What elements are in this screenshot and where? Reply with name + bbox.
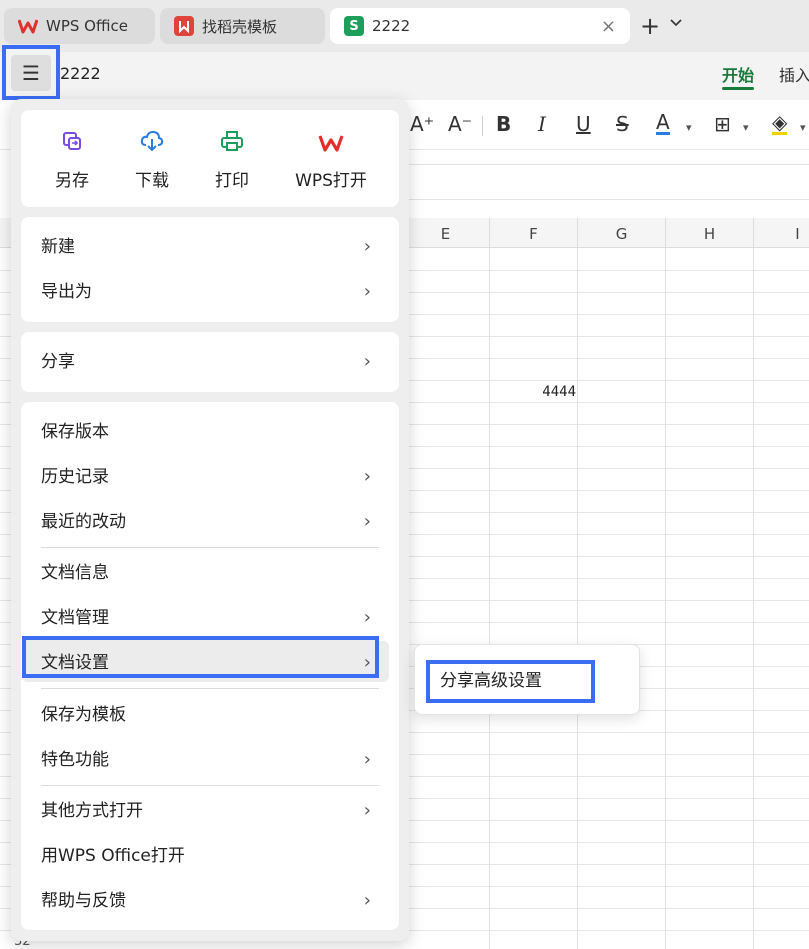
menu-item-label: 保存为模板	[41, 705, 126, 725]
menu-item-recent-changes[interactable]: 最近的改动 ›	[41, 504, 381, 540]
menu-item-help[interactable]: 帮助与反馈 ›	[41, 883, 381, 919]
borders-dropdown-icon[interactable]: ▾	[743, 121, 749, 134]
menu-item-label: 文档信息	[41, 563, 109, 583]
menu-item-label: 历史记录	[41, 467, 109, 487]
close-tab-icon[interactable]: ×	[601, 16, 616, 37]
font-color-dropdown-icon[interactable]: ▾	[686, 121, 692, 134]
strikethrough-icon[interactable]: S	[616, 112, 629, 136]
main-menu-button[interactable]: ☰	[2, 45, 60, 100]
column-header-h[interactable]: H	[666, 218, 754, 248]
menu-item-history[interactable]: 历史记录 ›	[41, 459, 381, 495]
new-tab-button[interactable]: +	[640, 12, 660, 40]
download-icon	[112, 130, 192, 160]
chevron-right-icon: ›	[363, 749, 371, 770]
menu-item-label: 文档设置	[41, 653, 109, 673]
save-as-button[interactable]: 另存	[32, 130, 112, 191]
submenu-item-share-advanced[interactable]: 分享高级设置	[426, 660, 595, 703]
menu-item-features[interactable]: 特色功能 ›	[41, 742, 381, 778]
column-header-g[interactable]: G	[578, 218, 666, 248]
menu-item-label: 帮助与反馈	[41, 891, 126, 911]
bold-icon[interactable]: B	[496, 112, 511, 136]
chevron-right-icon: ›	[363, 466, 371, 487]
menu-item-open-wps[interactable]: 用WPS Office打开	[41, 838, 381, 874]
docer-icon	[174, 16, 194, 36]
menu-divider	[41, 688, 379, 689]
menu-item-label: 分享	[41, 352, 75, 372]
gridline	[753, 248, 754, 949]
menu-item-doc-manage[interactable]: 文档管理 ›	[41, 600, 381, 636]
wps-open-label: WPS打开	[295, 171, 367, 191]
menu-item-label: 新建	[41, 237, 75, 257]
menu-item-label: 导出为	[41, 282, 92, 302]
ribbon-tab-insert[interactable]: 插入	[779, 62, 809, 86]
download-button[interactable]: 下载	[112, 130, 192, 191]
wps-open-icon	[280, 130, 382, 160]
menu-divider	[41, 785, 379, 786]
download-label: 下载	[135, 171, 169, 191]
chevron-right-icon: ›	[363, 281, 371, 302]
menu-item-label: 用WPS Office打开	[41, 846, 185, 866]
wps-open-button[interactable]: WPS打开	[280, 130, 382, 191]
app-header	[0, 52, 809, 100]
print-icon	[192, 130, 272, 160]
menu-item-export-as[interactable]: 导出为 ›	[41, 274, 381, 310]
menu-item-label: 特色功能	[41, 750, 109, 770]
chevron-right-icon: ›	[363, 236, 371, 257]
menu-item-label: 最近的改动	[41, 512, 126, 532]
tab-docer-templates[interactable]: 找稻壳模板	[160, 8, 325, 44]
save-as-label: 另存	[55, 171, 89, 191]
menu-divider	[41, 547, 379, 548]
font-decrease-icon[interactable]: A⁻	[448, 112, 472, 136]
menu-item-new[interactable]: 新建 ›	[41, 229, 381, 265]
italic-icon[interactable]: I	[538, 112, 546, 136]
menu-item-label: 其他方式打开	[41, 801, 143, 821]
menu-item-label: 文档管理	[41, 608, 109, 628]
chevron-right-icon: ›	[363, 652, 371, 673]
cell-f-value[interactable]: 4444	[490, 384, 576, 400]
gridline	[665, 248, 666, 949]
chevron-right-icon: ›	[363, 351, 371, 372]
menu-item-doc-info[interactable]: 文档信息	[41, 555, 381, 591]
column-header-f[interactable]: F	[490, 218, 578, 248]
menu-item-label: 保存版本	[41, 422, 109, 442]
hamburger-icon: ☰	[11, 54, 51, 91]
gridline	[489, 248, 490, 949]
tab-label: 找稻壳模板	[202, 17, 278, 36]
fill-color-dropdown-icon[interactable]: ▾	[800, 121, 806, 134]
chevron-down-icon[interactable]	[670, 16, 682, 30]
ribbon-tab-start[interactable]: 开始	[722, 62, 754, 86]
fill-color-icon[interactable]: ◈	[772, 112, 788, 135]
print-button[interactable]: 打印	[192, 130, 272, 191]
menu-item-open-other[interactable]: 其他方式打开 ›	[41, 793, 381, 829]
borders-icon[interactable]: ⊞	[714, 112, 731, 136]
formula-bar[interactable]	[405, 164, 809, 200]
spreadsheet-s-icon: S	[344, 16, 364, 36]
menu-item-share[interactable]: 分享 ›	[41, 344, 381, 380]
chevron-right-icon: ›	[363, 800, 371, 821]
menu-item-save-template[interactable]: 保存为模板	[41, 697, 381, 733]
gridline	[577, 248, 578, 949]
column-header-i[interactable]: I	[754, 218, 809, 248]
chevron-right-icon: ›	[363, 607, 371, 628]
tab-label: 2222	[372, 17, 411, 35]
menu-item-save-version[interactable]: 保存版本	[41, 414, 381, 450]
font-color-icon[interactable]: A	[656, 112, 670, 135]
print-label: 打印	[215, 171, 249, 191]
toolbar-divider	[482, 116, 483, 136]
chevron-right-icon: ›	[363, 890, 371, 911]
wps-logo-icon	[18, 16, 38, 36]
underline-icon[interactable]: U	[576, 112, 591, 136]
column-header-e[interactable]: E	[402, 218, 490, 248]
active-tab-indicator	[722, 87, 754, 90]
tab-wps-office[interactable]: WPS Office	[4, 8, 155, 44]
menu-item-doc-settings[interactable]: 文档设置 ›	[41, 645, 381, 681]
font-increase-icon[interactable]: A⁺	[410, 112, 434, 136]
chevron-right-icon: ›	[363, 511, 371, 532]
tab-label: WPS Office	[46, 17, 128, 35]
tab-2222[interactable]: S 2222 ×	[330, 8, 630, 44]
save-as-icon	[32, 130, 112, 160]
document-title: 2222	[60, 64, 101, 83]
